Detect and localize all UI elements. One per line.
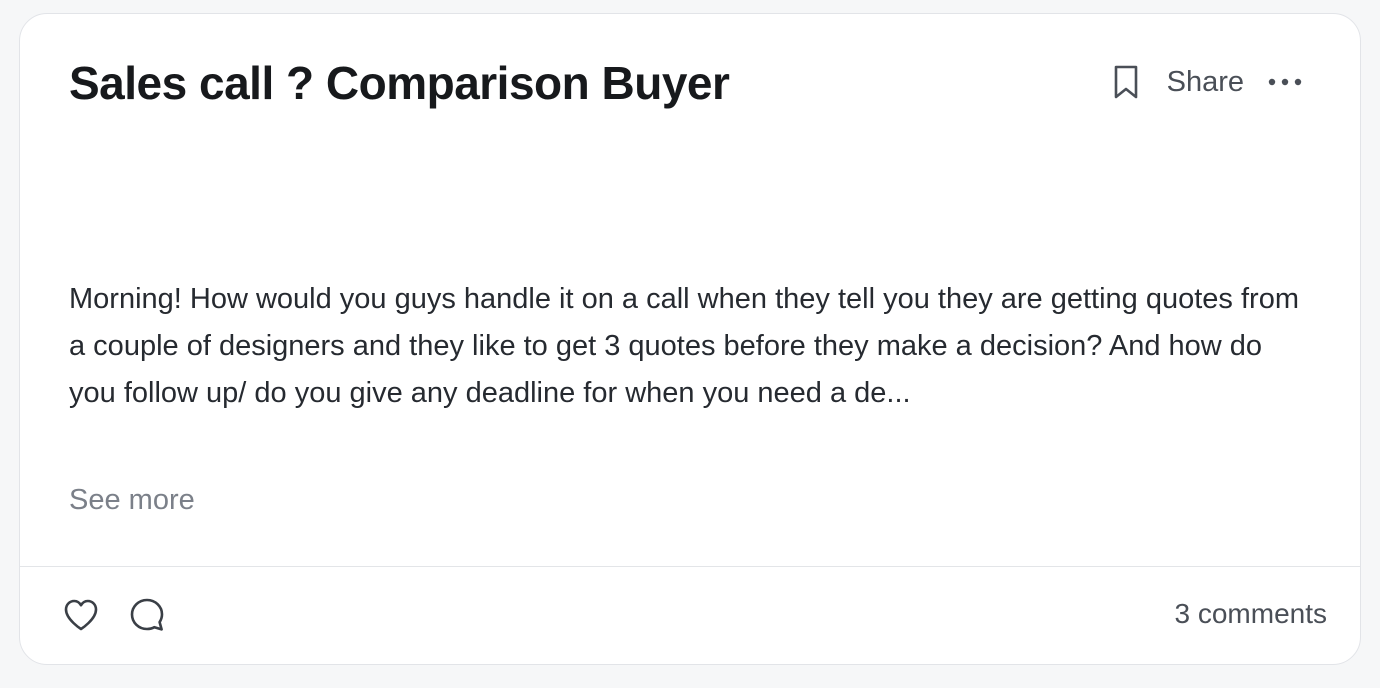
comment-icon — [130, 598, 164, 631]
post-actions: Share — [1111, 62, 1304, 102]
post-card: Sales call ? Comparison Buyer Share Morn… — [19, 13, 1361, 665]
comments-count[interactable]: 3 comments — [1175, 598, 1328, 630]
more-horizontal-icon — [1268, 78, 1302, 86]
like-button[interactable] — [62, 596, 100, 634]
share-button[interactable]: Share — [1167, 66, 1244, 99]
post-title: Sales call ? Comparison Buyer — [69, 57, 730, 109]
footer-divider — [20, 566, 1360, 567]
post-reactions — [62, 596, 166, 634]
see-more-link[interactable]: See more — [69, 484, 195, 517]
heart-icon — [64, 599, 98, 631]
more-options-button[interactable] — [1266, 63, 1304, 101]
bookmark-icon — [1114, 65, 1137, 99]
comment-button[interactable] — [128, 596, 166, 634]
bookmark-button[interactable] — [1111, 63, 1141, 101]
post-body: Morning! How would you guys handle it on… — [69, 283, 1299, 409]
